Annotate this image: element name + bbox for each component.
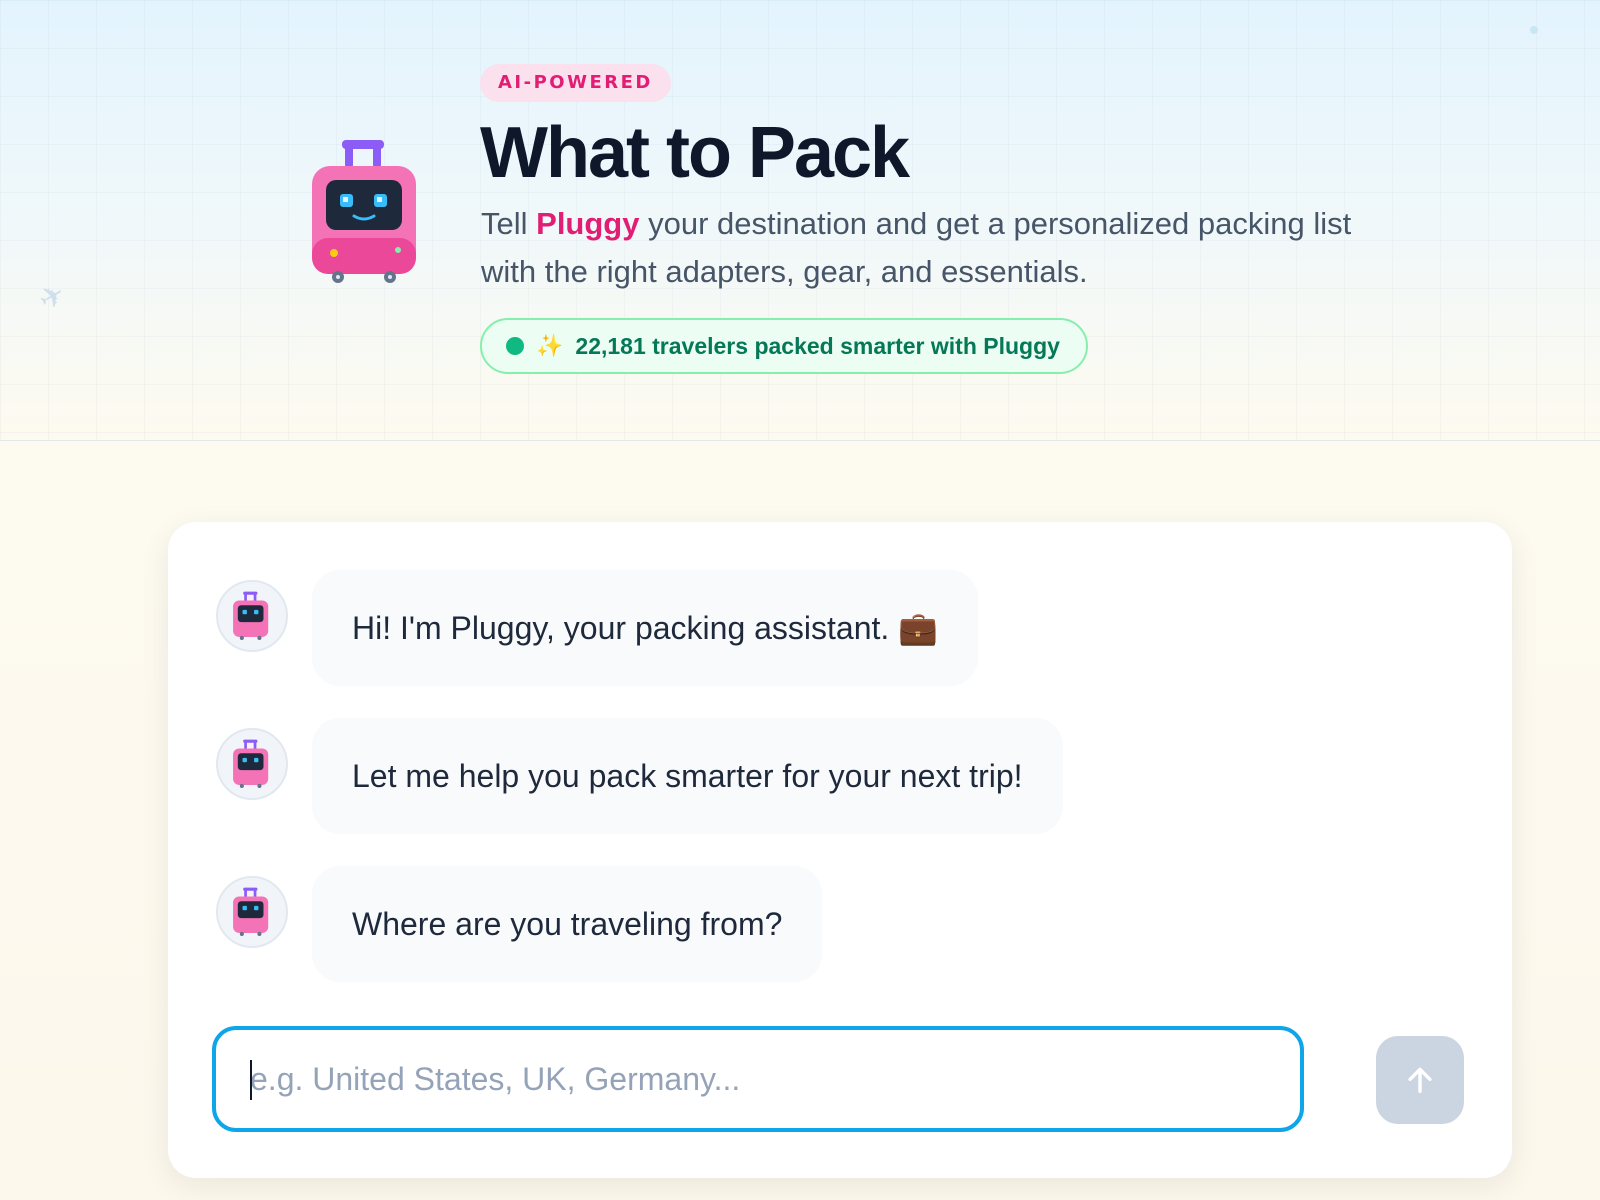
chat-bubble: Let me help you pack smarter for your ne… bbox=[312, 718, 1063, 834]
pluggy-mascot-icon bbox=[312, 140, 416, 283]
subtitle-prefix: Tell bbox=[481, 206, 537, 241]
chat-message: Where are you traveling from? bbox=[216, 866, 823, 982]
pluggy-mascot-icon bbox=[233, 739, 269, 788]
ai-powered-badge: AI-POWERED bbox=[480, 64, 671, 102]
pluggy-mascot-icon bbox=[233, 591, 269, 640]
page-subtitle: Tell Pluggy your destination and get a p… bbox=[481, 200, 1381, 296]
pluggy-avatar bbox=[216, 876, 288, 948]
chat-bubble: Where are you traveling from? bbox=[312, 866, 823, 982]
travelers-count-text: 22,181 travelers packed smarter with Plu… bbox=[575, 332, 1060, 359]
travelers-count-pill: ✨ 22,181 travelers packed smarter with P… bbox=[480, 318, 1088, 374]
chat-message: Hi! I'm Pluggy, your packing assistant. … bbox=[216, 570, 979, 686]
pluggy-avatar bbox=[216, 580, 288, 652]
origin-country-input-wrapper[interactable] bbox=[212, 1026, 1304, 1132]
page-title: What to Pack bbox=[480, 113, 910, 193]
hero-section: ✈ AI-POWERED What to Pack Tell Pluggy yo… bbox=[0, 0, 1600, 441]
chat-card: Hi! I'm Pluggy, your packing assistant. … bbox=[168, 522, 1512, 1178]
pluggy-avatar bbox=[216, 728, 288, 800]
brand-name: Pluggy bbox=[536, 206, 640, 241]
airplane-icon: ✈ bbox=[33, 276, 72, 319]
origin-country-input[interactable] bbox=[216, 1030, 1300, 1128]
text-caret bbox=[250, 1060, 252, 1100]
chat-bubble: Hi! I'm Pluggy, your packing assistant. … bbox=[312, 570, 979, 686]
sparkle-icon: ✨ bbox=[536, 333, 564, 358]
chat-message: Let me help you pack smarter for your ne… bbox=[216, 718, 1063, 834]
arrow-up-icon bbox=[1408, 1067, 1432, 1094]
pluggy-mascot-icon bbox=[233, 887, 269, 936]
status-dot-icon bbox=[506, 337, 524, 355]
send-button[interactable] bbox=[1376, 1036, 1464, 1124]
decor-dot bbox=[1530, 26, 1538, 34]
